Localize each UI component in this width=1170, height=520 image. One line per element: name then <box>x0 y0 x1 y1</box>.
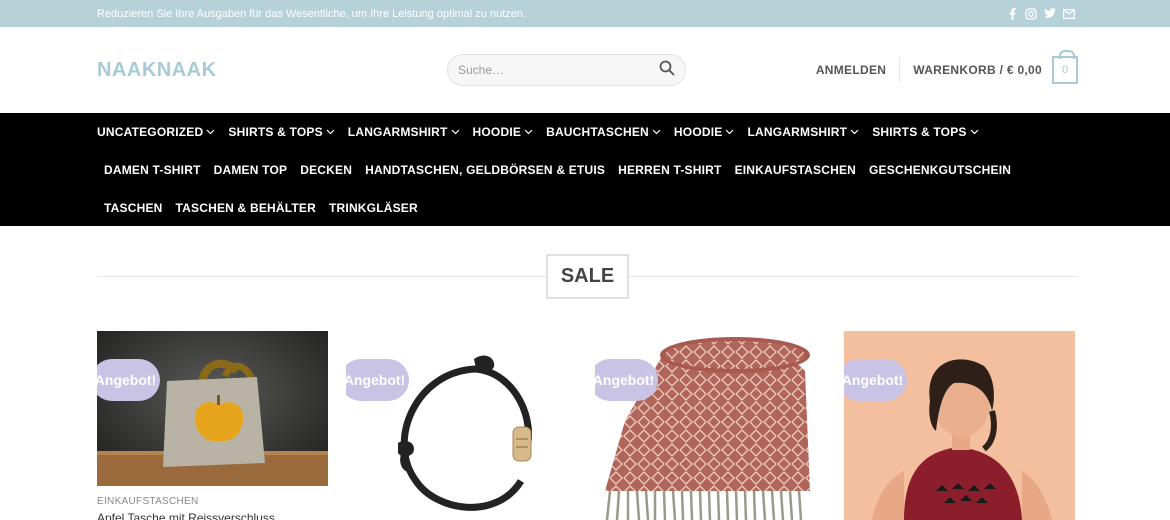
nav-item-handtaschen[interactable]: HANDTASCHEN, GELDBÖRSEN & ETUIS <box>365 163 605 177</box>
nav-item-langarmshirt-2[interactable]: LANGARMSHIRT <box>747 125 859 139</box>
nav-label: LANGARMSHIRT <box>347 125 448 139</box>
envelope-icon[interactable] <box>1063 8 1075 20</box>
sale-badge: Angebot! <box>346 359 409 401</box>
sale-section-header: SALE <box>0 226 1170 326</box>
nav-item-damen-tshirt[interactable]: DAMEN T-SHIRT <box>104 163 201 177</box>
nav-item-taschen[interactable]: TASCHEN <box>104 201 163 215</box>
nav-item-geschenkgutschein[interactable]: GESCHENKGUTSCHEIN <box>869 163 1011 177</box>
login-link[interactable]: ANMELDEN <box>816 63 886 77</box>
chevron-down-icon <box>206 129 215 135</box>
nav-label: SHIRTS & TOPS <box>872 125 967 139</box>
nav-item-einkaufstaschen[interactable]: EINKAUFSTASCHEN <box>735 163 856 177</box>
nav-row-3: TASCHEN TASCHEN & BEHÄLTER TRINKGLÄSER <box>97 189 1082 227</box>
search-input[interactable] <box>458 63 638 77</box>
header-divider <box>899 57 901 83</box>
chevron-down-icon <box>850 129 859 135</box>
nav-item-herren-tshirt[interactable]: HERREN T-SHIRT <box>618 163 721 177</box>
product-image[interactable] <box>97 331 328 486</box>
top-bar-message: Reduzieren Sie Ihre Ausgaben für das Wes… <box>97 7 527 20</box>
nav-label: SHIRTS & TOPS <box>228 125 323 139</box>
chevron-down-icon <box>725 129 734 135</box>
nav-item-hoodie[interactable]: HOODIE <box>473 125 534 139</box>
sale-badge: Angebot! <box>595 359 658 401</box>
search-box <box>447 54 686 86</box>
chevron-down-icon <box>451 129 460 135</box>
facebook-icon[interactable] <box>1006 7 1018 20</box>
cart-count-icon[interactable]: 0 <box>1052 50 1078 84</box>
nav-label: HOODIE <box>673 125 723 139</box>
social-links <box>1006 7 1075 20</box>
product-card[interactable]: Angebot! <box>346 331 577 520</box>
site-logo[interactable]: NAAKNAAK <box>97 59 217 82</box>
nav-item-decken[interactable]: DECKEN <box>300 163 352 177</box>
nav-item-shirts-tops[interactable]: SHIRTS & TOPS <box>228 125 335 139</box>
top-bar: Reduzieren Sie Ihre Ausgaben für das Wes… <box>0 0 1170 27</box>
nav-item-hoodie-2[interactable]: HOODIE <box>674 125 735 139</box>
chevron-down-icon <box>326 129 335 135</box>
nav-row-1: UNCATEGORIZED SHIRTS & TOPS LANGARMSHIRT… <box>97 113 1082 151</box>
section-title: SALE <box>546 254 629 299</box>
product-card[interactable]: Angebot! <box>595 331 826 520</box>
cart-link[interactable]: WARENKORB / € 0,00 <box>913 63 1042 77</box>
chevron-down-icon <box>970 129 979 135</box>
nav-label: LANGARMSHIRT <box>747 125 848 139</box>
nav-row-2: DAMEN T-SHIRT DAMEN TOP DECKEN HANDTASCH… <box>97 151 1082 189</box>
header-actions: ANMELDEN WARENKORB / € 0,00 0 <box>816 27 1078 113</box>
sale-badge: Angebot! <box>844 359 907 401</box>
nav-item-shirts-tops-2[interactable]: SHIRTS & TOPS <box>872 125 979 139</box>
chevron-down-icon <box>652 129 661 135</box>
product-grid: Angebot! EINKAUFSTASCHEN Apfel Tasche mi… <box>0 331 1170 520</box>
twitter-icon[interactable] <box>1044 8 1056 20</box>
nav-item-damen-top[interactable]: DAMEN TOP <box>214 163 288 177</box>
nav-item-bauchtaschen[interactable]: BAUCHTASCHEN <box>546 125 661 139</box>
product-card[interactable]: Angebot! EINKAUFSTASCHEN Apfel Tasche mi… <box>97 331 328 520</box>
nav-item-langarmshirt[interactable]: LANGARMSHIRT <box>348 125 460 139</box>
sale-badge: Angebot! <box>97 359 160 401</box>
nav-item-taschen-behaelter[interactable]: TASCHEN & BEHÄLTER <box>176 201 317 215</box>
nav-label: BAUCHTASCHEN <box>546 125 649 139</box>
nav-label: HOODIE <box>472 125 522 139</box>
instagram-icon[interactable] <box>1025 7 1037 20</box>
search-icon[interactable] <box>659 60 675 81</box>
product-category[interactable]: EINKAUFSTASCHEN <box>97 496 199 507</box>
product-card[interactable]: Angebot! <box>844 331 1075 520</box>
product-title[interactable]: Apfel Tasche mit Reissverschluss <box>97 511 275 520</box>
nav-item-trinkglaeser[interactable]: TRINKGLÄSER <box>329 201 418 215</box>
main-navigation: UNCATEGORIZED SHIRTS & TOPS LANGARMSHIRT… <box>0 113 1170 226</box>
site-header: NAAKNAAK ANMELDEN WARENKORB / € 0,00 0 <box>0 27 1170 113</box>
nav-item-uncategorized[interactable]: UNCATEGORIZED <box>97 125 215 139</box>
nav-label: UNCATEGORIZED <box>97 125 204 139</box>
chevron-down-icon <box>524 129 533 135</box>
